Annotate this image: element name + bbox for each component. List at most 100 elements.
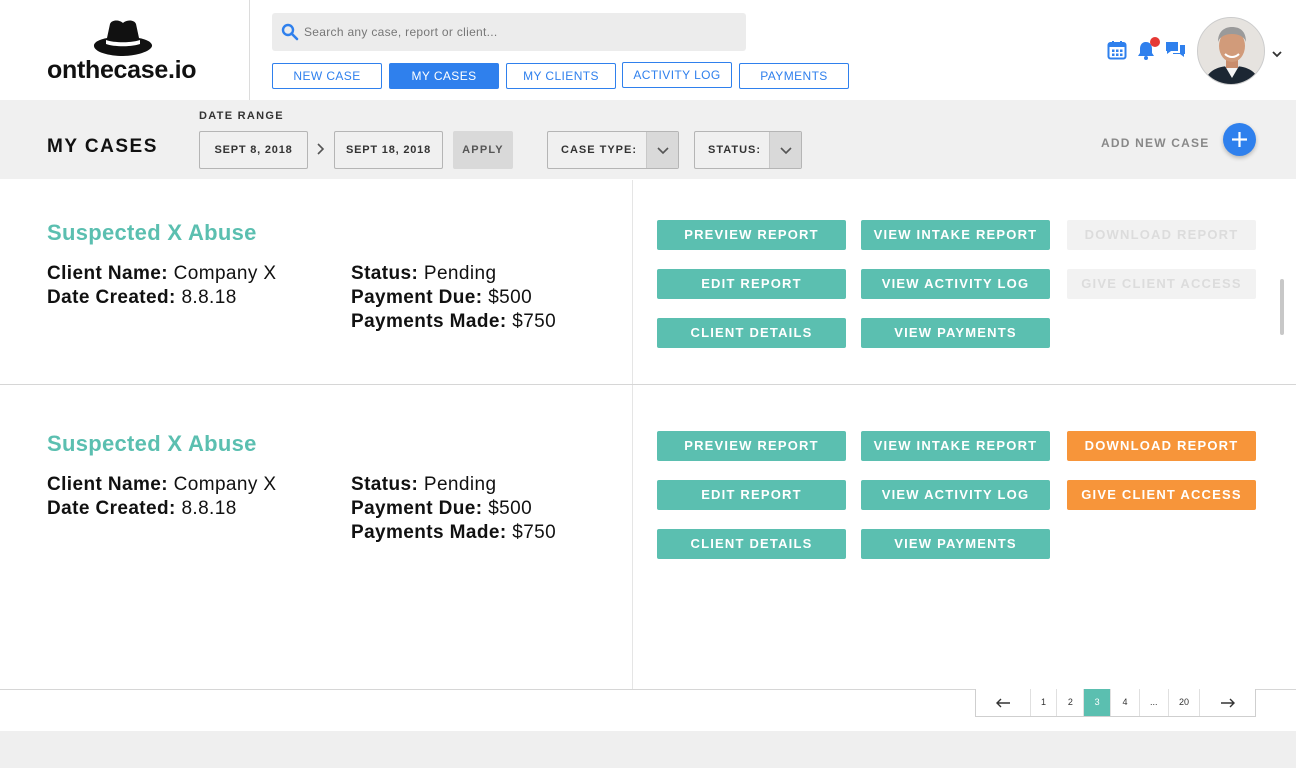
- view-payments-button[interactable]: VIEW PAYMENTS: [861, 318, 1050, 348]
- page-2[interactable]: 2: [1057, 689, 1085, 716]
- nav-new-case[interactable]: NEW CASE: [272, 63, 382, 89]
- status-value: Pending: [423, 263, 497, 284]
- download-report-button[interactable]: DOWNLOAD REPORT: [1067, 431, 1256, 461]
- status-label: STATUS:: [708, 144, 762, 156]
- client-name-field: Client Name: Company X: [47, 474, 277, 496]
- scrollbar-thumb[interactable]: [1280, 279, 1284, 335]
- payments-made-field: Payments Made: $750: [351, 522, 556, 544]
- next-page-button[interactable]: [1200, 689, 1255, 716]
- status-select[interactable]: STATUS:: [694, 131, 802, 169]
- page-20[interactable]: 20: [1169, 689, 1201, 716]
- client-details-button[interactable]: CLIENT DETAILS: [657, 318, 846, 348]
- nav-payments[interactable]: PAYMENTS: [739, 63, 849, 89]
- page-ellipsis: ...: [1140, 689, 1169, 716]
- case-title[interactable]: Suspected X Abuse: [47, 220, 257, 246]
- view-activity-log-button[interactable]: VIEW ACTIVITY LOG: [861, 480, 1050, 510]
- view-activity-log-button[interactable]: VIEW ACTIVITY LOG: [861, 269, 1050, 299]
- page-4[interactable]: 4: [1111, 689, 1140, 716]
- case-type-label: CASE TYPE:: [561, 144, 638, 156]
- payment-due-value: $500: [488, 287, 533, 308]
- page-1[interactable]: 1: [1031, 689, 1058, 716]
- payment-due-field: Payment Due: $500: [351, 287, 532, 309]
- app: onthecase.io NEW CASE MY CASES MY CLIENT…: [0, 0, 1296, 768]
- page-title: MY CASES: [47, 136, 158, 157]
- search-bar[interactable]: [272, 13, 746, 51]
- column-divider: [632, 385, 633, 689]
- filter-toolbar: MY CASES DATE RANGE SEPT 8, 2018 SEPT 18…: [0, 100, 1296, 179]
- give-client-access-button: GIVE CLIENT ACCESS: [1067, 269, 1256, 299]
- nav-my-clients[interactable]: MY CLIENTS: [506, 63, 616, 89]
- payments-made-value: $750: [512, 311, 557, 332]
- chevron-right-icon: [317, 143, 325, 155]
- status-label: Status:: [351, 474, 419, 495]
- date-created-value: 8.8.18: [181, 498, 237, 519]
- calendar-icon[interactable]: [1107, 40, 1127, 60]
- date-created-label: Date Created:: [47, 498, 176, 519]
- hat-logo-icon: [93, 20, 153, 56]
- footer: [0, 731, 1296, 768]
- chevron-down-icon[interactable]: [1271, 48, 1283, 60]
- view-intake-report-button[interactable]: VIEW INTAKE REPORT: [861, 220, 1050, 250]
- status-field: Status: Pending: [351, 474, 496, 496]
- view-intake-report-button[interactable]: VIEW INTAKE REPORT: [861, 431, 1050, 461]
- payment-due-label: Payment Due:: [351, 287, 483, 308]
- chat-icon[interactable]: [1165, 40, 1186, 60]
- payment-due-label: Payment Due:: [351, 498, 483, 519]
- client-name-value: Company X: [173, 474, 277, 495]
- date-created-field: Date Created: 8.8.18: [47, 498, 237, 520]
- add-new-case-label[interactable]: ADD NEW CASE: [1101, 136, 1209, 150]
- date-created-label: Date Created:: [47, 287, 176, 308]
- start-date-field[interactable]: SEPT 8, 2018: [199, 131, 308, 169]
- plus-icon: [1232, 132, 1247, 147]
- notification-dot: [1150, 37, 1160, 47]
- status-dropdown-toggle[interactable]: [769, 132, 801, 168]
- header: onthecase.io NEW CASE MY CASES MY CLIENT…: [0, 0, 1296, 100]
- client-details-button[interactable]: CLIENT DETAILS: [657, 529, 846, 559]
- nav-my-cases[interactable]: MY CASES: [389, 63, 499, 89]
- give-client-access-button[interactable]: GIVE CLIENT ACCESS: [1067, 480, 1256, 510]
- status-value: Pending: [423, 474, 497, 495]
- case-title[interactable]: Suspected X Abuse: [47, 431, 257, 457]
- date-range-label: DATE RANGE: [199, 110, 284, 122]
- pagination: 1 2 3 4 ... 20: [975, 689, 1256, 717]
- case-type-dropdown-toggle[interactable]: [646, 132, 678, 168]
- avatar-photo: [1198, 18, 1264, 84]
- search-input[interactable]: [304, 13, 734, 51]
- nav-activity-log[interactable]: ACTIVITY LOG: [622, 62, 732, 88]
- payments-made-field: Payments Made: $750: [351, 311, 556, 333]
- view-payments-button[interactable]: VIEW PAYMENTS: [861, 529, 1050, 559]
- logo[interactable]: onthecase.io: [0, 0, 250, 100]
- edit-report-button[interactable]: EDIT REPORT: [657, 480, 846, 510]
- date-created-field: Date Created: 8.8.18: [47, 287, 237, 309]
- payment-due-value: $500: [488, 498, 533, 519]
- chevron-down-icon: [780, 147, 792, 155]
- case-card: Suspected X Abuse Client Name: Company X…: [0, 385, 1296, 689]
- edit-report-button[interactable]: EDIT REPORT: [657, 269, 846, 299]
- preview-report-button[interactable]: PREVIEW REPORT: [657, 431, 846, 461]
- client-name-label: Client Name:: [47, 263, 168, 284]
- column-divider: [632, 180, 633, 384]
- arrow-right-icon: [1220, 698, 1235, 708]
- preview-report-button[interactable]: PREVIEW REPORT: [657, 220, 846, 250]
- client-name-value: Company X: [173, 263, 277, 284]
- page-3-current[interactable]: 3: [1084, 689, 1112, 716]
- previous-page-button[interactable]: [976, 689, 1031, 716]
- case-type-select[interactable]: CASE TYPE:: [547, 131, 679, 169]
- end-date-field[interactable]: SEPT 18, 2018: [334, 131, 443, 169]
- avatar[interactable]: [1197, 17, 1265, 85]
- client-name-field: Client Name: Company X: [47, 263, 277, 285]
- date-created-value: 8.8.18: [181, 287, 237, 308]
- case-card: Suspected X Abuse Client Name: Company X…: [0, 180, 1296, 384]
- add-new-case-button[interactable]: [1223, 123, 1256, 156]
- status-label: Status:: [351, 263, 419, 284]
- search-icon: [281, 23, 299, 41]
- apply-button[interactable]: APPLY: [453, 131, 513, 169]
- download-report-button: DOWNLOAD REPORT: [1067, 220, 1256, 250]
- payments-made-label: Payments Made:: [351, 522, 507, 543]
- client-name-label: Client Name:: [47, 474, 168, 495]
- arrow-left-icon: [995, 698, 1010, 708]
- payments-made-label: Payments Made:: [351, 311, 507, 332]
- logo-text: onthecase.io: [47, 56, 197, 84]
- payments-made-value: $750: [512, 522, 557, 543]
- chevron-down-icon: [657, 147, 669, 155]
